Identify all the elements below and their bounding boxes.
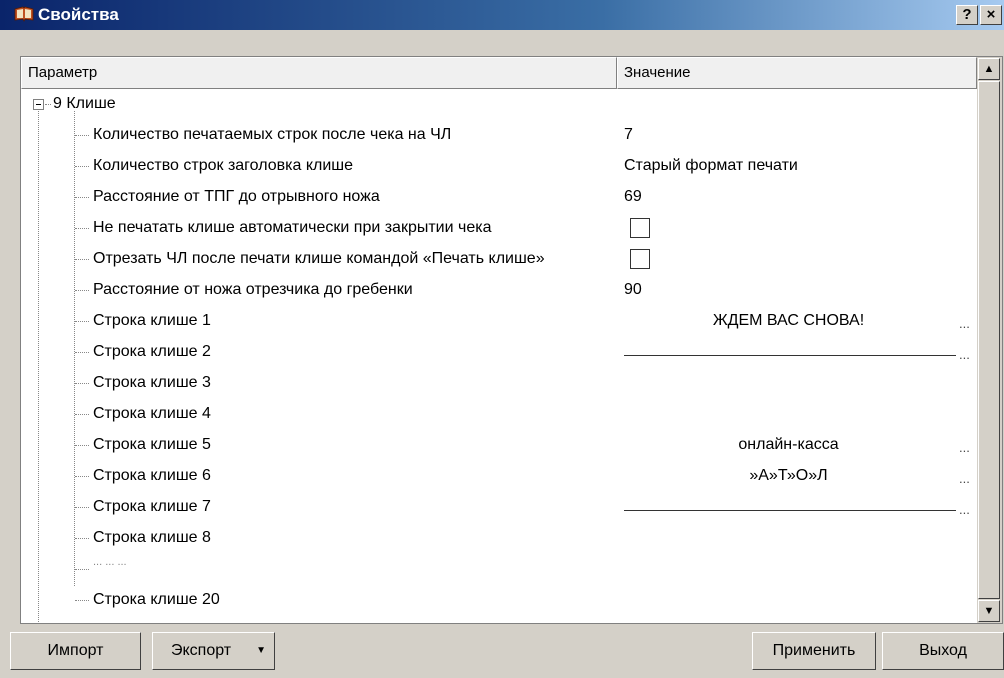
title-bar[interactable]: Свойства ? × — [0, 0, 1004, 30]
property-row[interactable]: Строка клише 20 — [21, 585, 977, 616]
property-row[interactable]: Строка клише 8 — [21, 523, 977, 554]
tree-connector — [75, 600, 89, 601]
property-label: Расстояние от ножа отрезчика до гребенки — [93, 281, 413, 298]
property-row[interactable]: Расстояние от ножа отрезчика до гребенки… — [21, 275, 977, 306]
tree-connector — [75, 476, 89, 477]
close-button[interactable]: × — [980, 5, 1002, 25]
property-row[interactable]: Строка клише 7 ... — [21, 492, 977, 523]
property-label: Строка клише 20 — [93, 591, 220, 608]
help-button[interactable]: ? — [956, 5, 978, 25]
edit-ellipsis-button[interactable]: ... — [959, 471, 970, 486]
property-row[interactable]: Строка клише 6 »А»Т»О»Л ... — [21, 461, 977, 492]
separator-line-value — [624, 510, 956, 511]
property-value[interactable]: 7 — [624, 126, 633, 144]
property-grid: Параметр Значение 9 Клише Количество печ… — [20, 56, 1003, 624]
property-label: Строка клише 7 — [93, 498, 211, 515]
dropdown-arrow-icon[interactable]: ▼ — [256, 633, 266, 669]
tree-connector — [75, 414, 89, 415]
grid-header: Параметр Значение — [21, 57, 977, 89]
tree-connector — [75, 507, 89, 508]
property-row[interactable]: Строка клише 4 — [21, 399, 977, 430]
tree-connector — [75, 321, 89, 322]
column-header-parameter[interactable]: Параметр — [21, 57, 617, 89]
tree-connector — [75, 228, 89, 229]
tree-connector — [75, 538, 89, 539]
property-row[interactable]: Строка клише 1 ЖДЕМ ВАС СНОВА! ... — [21, 306, 977, 337]
apply-button[interactable]: Применить — [752, 632, 876, 670]
window-title: Свойства — [38, 5, 119, 24]
property-row[interactable]: Расстояние от ТПГ до отрывного ножа 69 — [21, 182, 977, 213]
tree-connector — [75, 569, 89, 570]
property-label: Строка клише 2 — [93, 343, 211, 360]
tree-connector — [75, 352, 89, 353]
separator-line-value — [624, 355, 956, 356]
grid-rows: 9 Клише Количество печатаемых строк посл… — [21, 89, 977, 623]
tree-connector — [75, 166, 89, 167]
scroll-down-icon[interactable]: ▼ — [978, 600, 1000, 622]
property-label: Строка клише 4 — [93, 405, 211, 422]
exit-button[interactable]: Выход — [882, 632, 1004, 670]
import-button[interactable]: Импорт — [10, 632, 141, 670]
property-value[interactable]: Старый формат печати — [624, 157, 798, 175]
property-label: Строка клише 8 — [93, 529, 211, 546]
book-icon — [14, 6, 34, 22]
property-label: Строка клише 5 — [93, 436, 211, 453]
export-label: Экспорт — [171, 642, 232, 659]
property-row[interactable]: Не печатать клише автоматически при закр… — [21, 213, 977, 244]
property-label: Отрезать ЧЛ после печати клише командой … — [93, 250, 545, 267]
property-row[interactable]: Строка клише 2 ... — [21, 337, 977, 368]
tree-connector — [75, 290, 89, 291]
omitted-rows-marker: ... ... ... — [93, 556, 127, 568]
export-button[interactable]: Экспорт ▼ — [152, 632, 275, 670]
group-row[interactable]: 9 Клише — [21, 89, 977, 120]
column-header-value[interactable]: Значение — [617, 57, 977, 89]
property-label: Расстояние от ТПГ до отрывного ножа — [93, 188, 380, 205]
property-value[interactable]: 69 — [624, 188, 642, 206]
property-label: Строка клише 1 — [93, 312, 211, 329]
property-label: Количество строк заголовка клише — [93, 157, 353, 174]
collapse-icon[interactable] — [33, 99, 44, 110]
vertical-scrollbar[interactable]: ▲ ▼ — [977, 57, 1002, 623]
property-label: Количество печатаемых строк после чека н… — [93, 126, 452, 143]
cliche-line-value[interactable]: онлайн-касса — [621, 436, 956, 454]
edit-ellipsis-button[interactable]: ... — [959, 316, 970, 331]
property-value[interactable]: 90 — [624, 281, 642, 299]
cliche-line-value[interactable]: ЖДЕМ ВАС СНОВА! — [621, 312, 956, 330]
tree-connector — [75, 135, 89, 136]
tree-connector — [75, 197, 89, 198]
tree-connector — [45, 104, 51, 105]
scroll-thumb[interactable] — [978, 81, 1000, 599]
cliche-line-value[interactable]: »А»Т»О»Л — [621, 467, 956, 485]
tree-connector — [75, 445, 89, 446]
property-label: Строка клише 6 — [93, 467, 211, 484]
edit-ellipsis-button[interactable]: ... — [959, 347, 970, 362]
property-row[interactable]: Строка клише 3 — [21, 368, 977, 399]
group-label: 9 Клише — [53, 95, 116, 112]
properties-window: Свойства ? × Параметр Значение 9 Клише К… — [0, 0, 1004, 678]
property-label: Не печатать клише автоматически при закр… — [93, 219, 492, 236]
edit-ellipsis-button[interactable]: ... — [959, 440, 970, 455]
edit-ellipsis-button[interactable]: ... — [959, 502, 970, 517]
cut-after-print-checkbox[interactable] — [630, 249, 650, 269]
property-label: Строка клише 3 — [93, 374, 211, 391]
tree-connector — [75, 383, 89, 384]
no-auto-print-checkbox[interactable] — [630, 218, 650, 238]
property-row[interactable]: Количество строк заголовка клише Старый … — [21, 151, 977, 182]
property-row[interactable]: Строка клише 5 онлайн-касса ... — [21, 430, 977, 461]
scroll-up-icon[interactable]: ▲ — [978, 58, 1000, 80]
property-row[interactable]: Количество печатаемых строк после чека н… — [21, 120, 977, 151]
property-row[interactable]: Отрезать ЧЛ после печати клише командой … — [21, 244, 977, 275]
ellipsis-row: ... ... ... — [21, 554, 977, 585]
tree-connector — [75, 259, 89, 260]
